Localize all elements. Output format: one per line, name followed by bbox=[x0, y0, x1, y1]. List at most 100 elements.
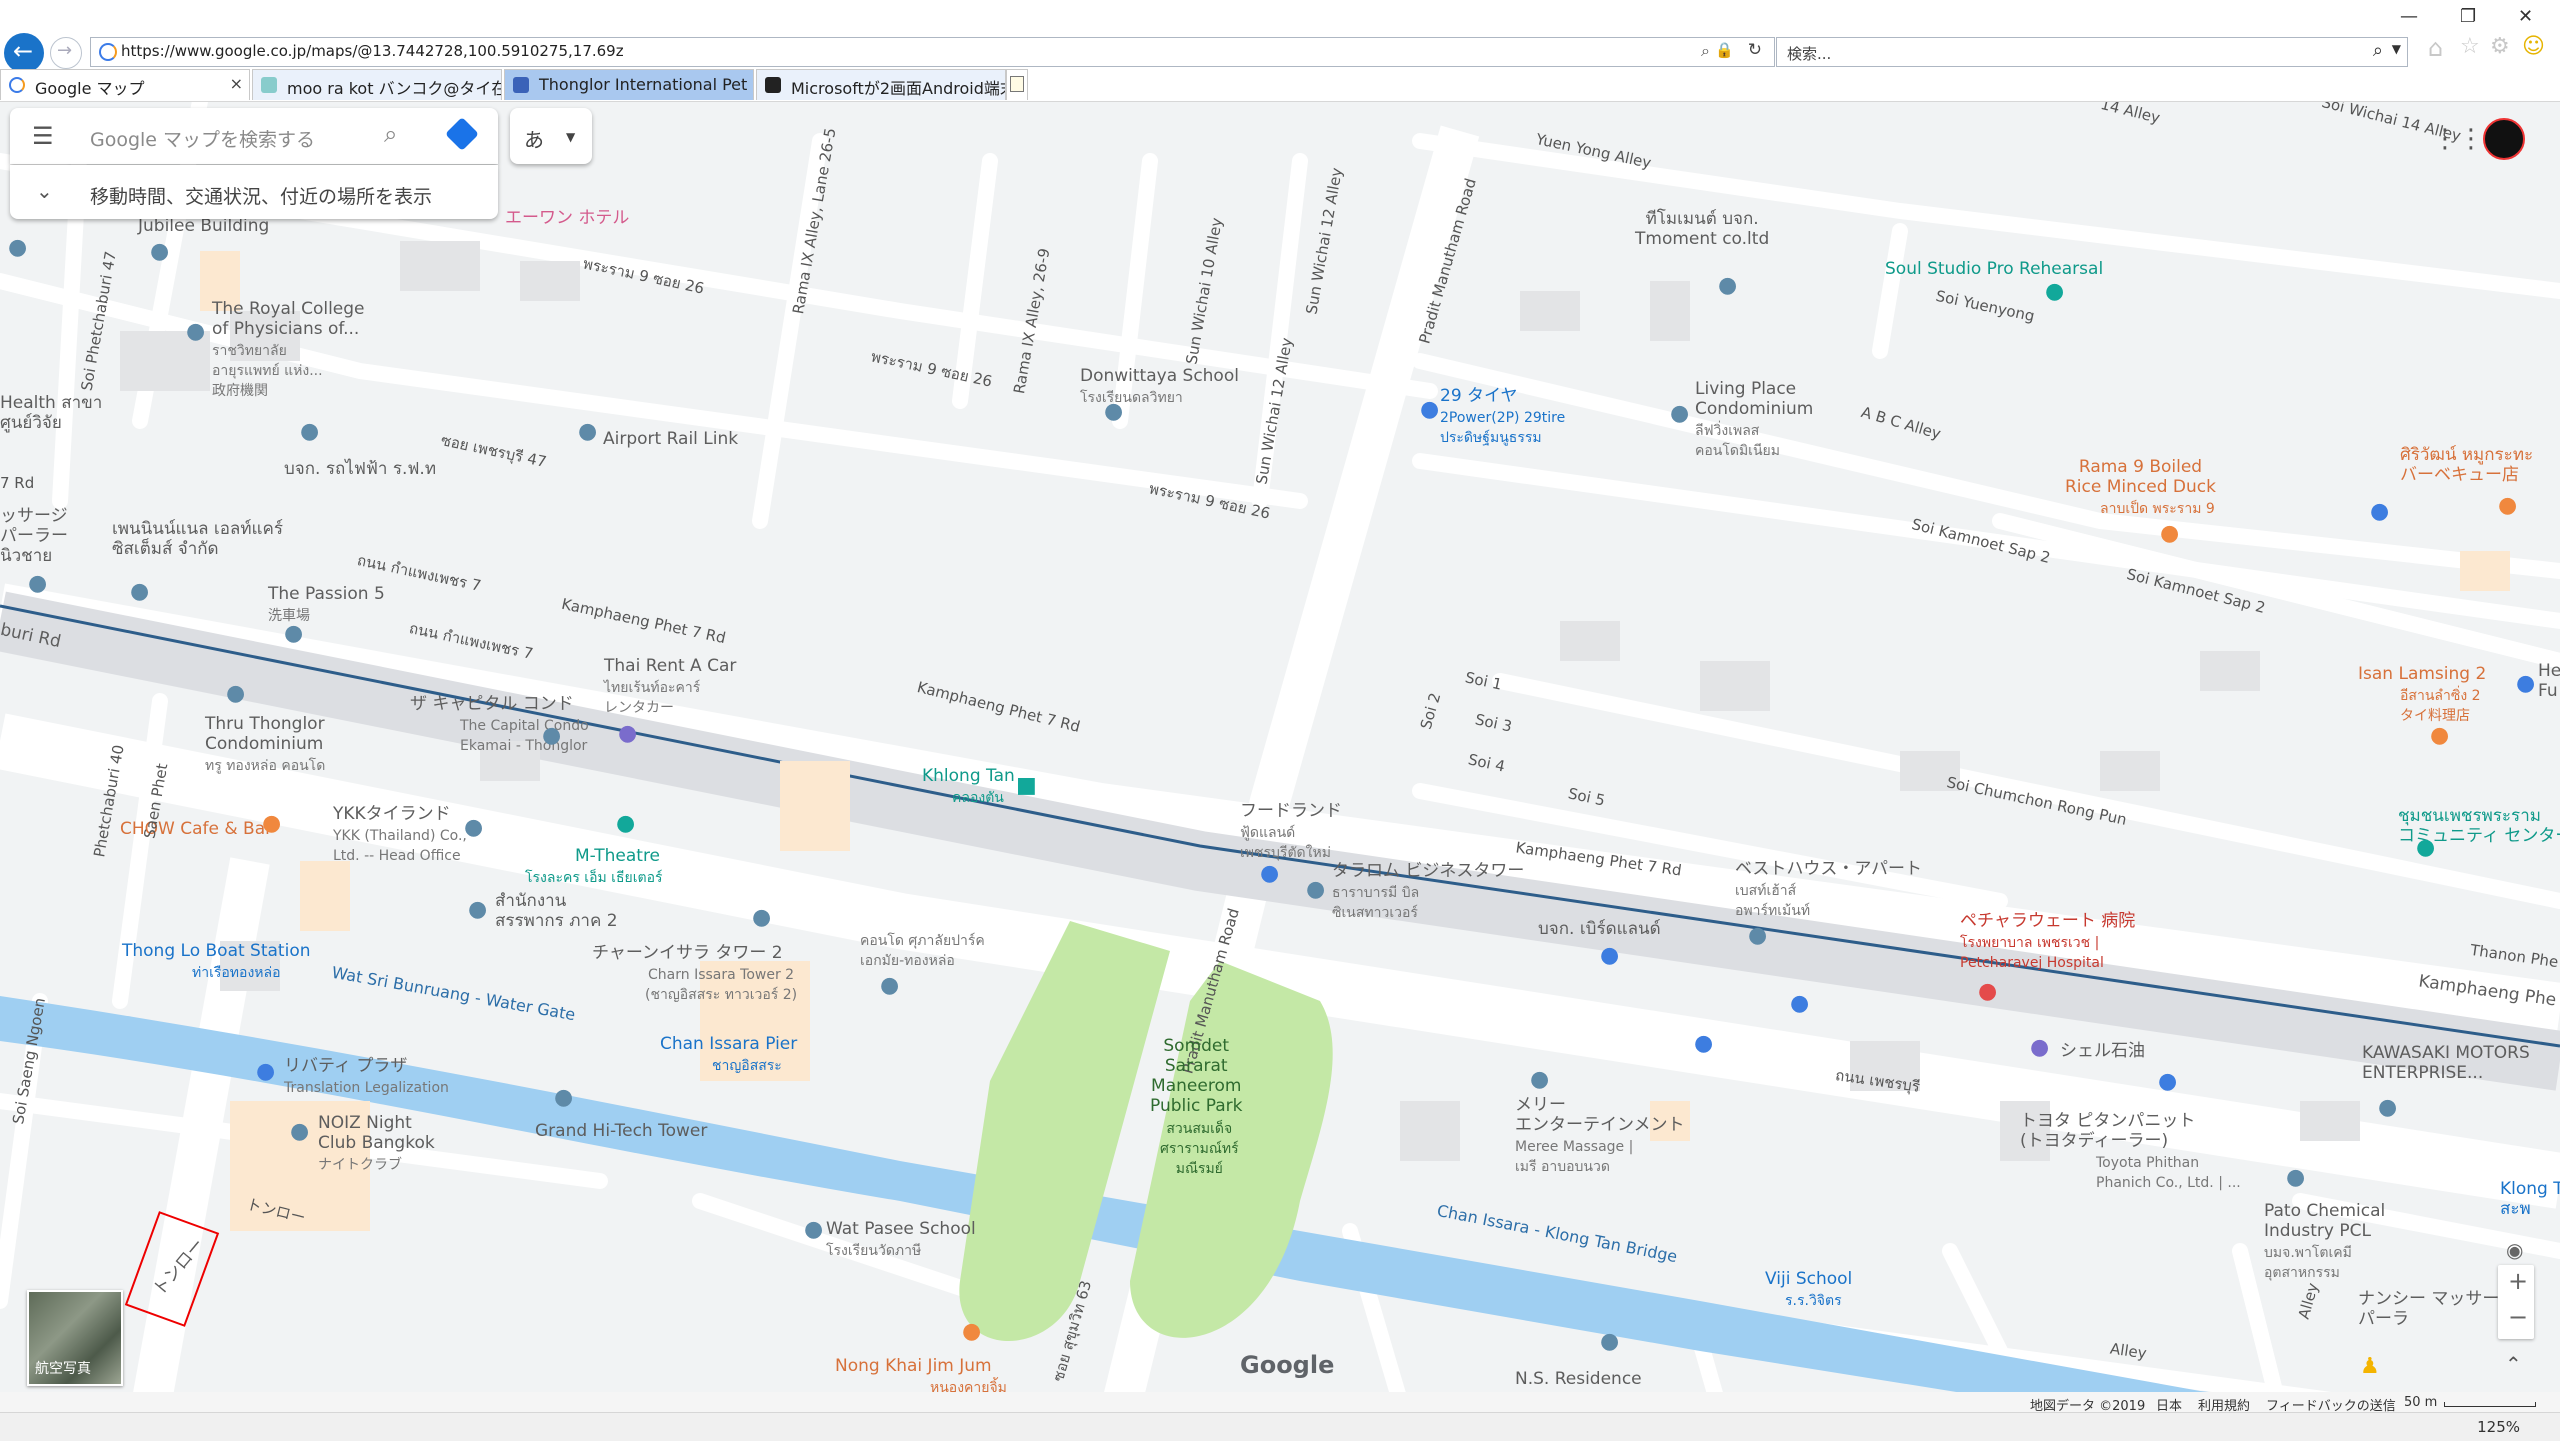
pin-icon[interactable]: ● bbox=[804, 1217, 823, 1242]
label-phyathai[interactable]: ペチャラウェート 病院 bbox=[1960, 911, 2135, 931]
new-tab-button[interactable] bbox=[1006, 69, 1028, 100]
label-thru-thonglor-th[interactable]: ทรู ทองหล่อ คอนโด bbox=[205, 756, 325, 776]
minimize-button[interactable]: — bbox=[2400, 6, 2418, 27]
label-hotel[interactable]: エーワン ホテル bbox=[505, 208, 629, 228]
label-best-house-th[interactable]: เบสท์เฮ้าส์ อพาร์ทเม้นท์ bbox=[1735, 881, 1810, 921]
label-liberty-en[interactable]: Translation Legalization bbox=[284, 1078, 449, 1098]
chevron-down-icon[interactable]: ⌄ bbox=[36, 179, 53, 203]
pin-icon[interactable]: ● bbox=[150, 239, 169, 264]
pin-icon[interactable]: ● bbox=[226, 681, 245, 706]
label-capital-en[interactable]: The Capital Condo Ekamai - Thonglor bbox=[460, 716, 589, 756]
pin-icon[interactable]: ● bbox=[1420, 397, 1439, 422]
maps-search-box[interactable]: ☰ Google マップを検索する ⌕ bbox=[10, 108, 498, 164]
label-phyathai-th[interactable]: โรงพยาบาล เพชรเวช | Petcharavej Hospital bbox=[1960, 933, 2104, 973]
label-29tire[interactable]: 29 タイヤ bbox=[1440, 386, 1518, 406]
pin-icon[interactable]: ● bbox=[2498, 493, 2517, 518]
home-icon[interactable]: ⌂ bbox=[2428, 34, 2443, 62]
hamburger-menu-icon[interactable]: ☰ bbox=[32, 122, 54, 150]
label-29tire-th[interactable]: ประดิษฐ์มนูธรรม bbox=[1440, 428, 1542, 448]
pin-icon[interactable]: ● bbox=[2286, 1165, 2305, 1190]
label-thai-rent[interactable]: Thai Rent A Car bbox=[604, 656, 736, 676]
pin-icon[interactable]: ● bbox=[2430, 723, 2449, 748]
label-capital[interactable]: ザ キャピタル コンド bbox=[410, 694, 574, 714]
label-living-place-th[interactable]: ลีฟวิ่งเพลส คอนโดมิเนียม bbox=[1695, 421, 1780, 461]
pin-icon[interactable]: ● bbox=[1104, 399, 1123, 424]
tab-thonglor-pet[interactable]: Thonglor International Pet Hos... bbox=[504, 69, 754, 100]
label-khlong-tan[interactable]: Khlong Tan bbox=[922, 766, 1015, 786]
tab-microsoft[interactable]: Microsoftが2画面Android端末... bbox=[756, 69, 1006, 100]
refresh-icon[interactable]: ↻ bbox=[1748, 40, 1762, 60]
label-toyota-en[interactable]: Toyota Phithan Phanich Co., Ltd. | ... bbox=[2096, 1153, 2241, 1193]
label-klong-t[interactable]: Klong T สะพ bbox=[2500, 1179, 2560, 1219]
close-tab-icon[interactable]: × bbox=[230, 74, 243, 93]
chevron-up-icon[interactable]: ⌃ bbox=[2505, 1352, 2522, 1376]
label-thonglo-boat-th[interactable]: ท่าเรือทองหล่อ bbox=[192, 963, 281, 983]
input-language-button[interactable]: あ ▼ bbox=[510, 108, 592, 164]
gear-icon[interactable]: ⚙ bbox=[2490, 34, 2510, 59]
label-pato[interactable]: Pato Chemical Industry PCL bbox=[2264, 1201, 2385, 1241]
label-m-theatre[interactable]: M-Theatre bbox=[575, 846, 660, 866]
my-location-icon[interactable]: ◉ bbox=[2506, 1238, 2523, 1262]
label-chan-issara2-en[interactable]: Charn Issara Tower 2 (ชาญอิสสระ ทาวเวอร์… bbox=[645, 965, 797, 1005]
pin-icon[interactable]: ● bbox=[464, 815, 483, 840]
pin-icon[interactable]: ● bbox=[542, 723, 561, 748]
maximize-button[interactable]: ❐ bbox=[2460, 6, 2476, 27]
train-station-icon[interactable]: ■ bbox=[1016, 773, 1037, 798]
label-wat-pasee[interactable]: Wat Pasee School bbox=[826, 1219, 976, 1239]
pin-icon[interactable]: ● bbox=[186, 319, 205, 344]
address-bar[interactable]: https://www.google.co.jp/maps/@13.744272… bbox=[90, 37, 1775, 67]
pin-icon[interactable]: ● bbox=[1260, 861, 1279, 886]
pin-icon[interactable]: ● bbox=[554, 1085, 573, 1110]
label-thonglo-boat[interactable]: Thong Lo Boat Station bbox=[122, 941, 311, 961]
close-window-button[interactable]: ✕ bbox=[2518, 6, 2533, 27]
chevron-down-icon[interactable]: ▼ bbox=[2392, 42, 2401, 56]
label-somdet[interactable]: Somdet Sararat Maneerom Public Park bbox=[1150, 1036, 1242, 1116]
pin-icon[interactable]: ● bbox=[962, 1319, 981, 1344]
hospital-icon[interactable]: ● bbox=[1978, 979, 1997, 1004]
label-m-theatre-th[interactable]: โรงละคร เอ็ม เธียเตอร์ bbox=[525, 868, 663, 888]
tab-google-maps[interactable]: Google マップ × bbox=[0, 69, 250, 100]
pin-icon[interactable]: ● bbox=[1694, 1031, 1713, 1056]
pin-icon[interactable]: ● bbox=[2158, 1069, 2177, 1094]
label-somdet-th[interactable]: สวนสมเด็จ ศรารามณ์ทร์ มณีรมย์ bbox=[1160, 1119, 1239, 1179]
label-wat-pasee-th[interactable]: โรงเรียนวัดภาษี bbox=[826, 1241, 921, 1261]
aerial-view-toggle[interactable]: 航空写真 bbox=[27, 1290, 123, 1386]
pin-icon[interactable]: ● bbox=[752, 905, 771, 930]
label-foodland-th[interactable]: ฟู้ดแลนด์ เพชรบุรีตัดใหม่ bbox=[1240, 823, 1331, 863]
pin-icon[interactable]: ● bbox=[1600, 943, 1619, 968]
pin-icon[interactable]: ● bbox=[2370, 499, 2389, 524]
label-tmoment[interactable]: ทีโมเมนต์ บจก. Tmoment co.ltd bbox=[1635, 209, 1769, 249]
pin-icon[interactable]: ● bbox=[262, 811, 281, 836]
star-icon[interactable]: ☆ bbox=[2460, 34, 2480, 59]
label-liberty[interactable]: リバティ プラザ bbox=[284, 1056, 407, 1076]
pin-icon[interactable]: ● bbox=[130, 579, 149, 604]
pin-icon[interactable]: ● bbox=[468, 897, 487, 922]
label-meree-en[interactable]: Meree Massage | เมรี อาบอบนวด bbox=[1515, 1137, 1633, 1177]
label-ykk[interactable]: YKKタイランド bbox=[333, 804, 451, 824]
forward-button[interactable]: → bbox=[50, 37, 82, 69]
chevron-down-icon[interactable]: ▼ bbox=[566, 130, 575, 144]
pin-icon[interactable]: ● bbox=[2378, 1095, 2397, 1120]
browser-search-box[interactable]: 検索... ⌕ ▼ bbox=[1776, 37, 2408, 67]
label-massage[interactable]: ッサージ パーラー นิวชาย bbox=[0, 506, 68, 566]
back-button[interactable]: ← bbox=[4, 33, 44, 73]
label-royal-college[interactable]: The Royal College of Physicians of... bbox=[212, 299, 365, 339]
label-viji[interactable]: Viji School bbox=[1765, 1269, 1852, 1289]
label-best-house[interactable]: ベストハウス・アパート bbox=[1735, 859, 1922, 879]
label-nancy[interactable]: ナンシー マッサー パーラ bbox=[2358, 1289, 2499, 1329]
label-toyota[interactable]: トヨタ ピタンパニット (トヨタディーラー) bbox=[2020, 1111, 2195, 1151]
pin-icon[interactable]: ● bbox=[1718, 273, 1737, 298]
label-chan-pier-th[interactable]: ชาญอิสสระ bbox=[712, 1056, 782, 1076]
maps-subbar[interactable]: ⌄ 移動時間、交通状況、付近の場所を表示 bbox=[10, 165, 498, 219]
label-shell[interactable]: シェル石油 bbox=[2060, 1041, 2145, 1061]
label-donwittaya[interactable]: Donwittaya School bbox=[1080, 366, 1239, 386]
label-grand-hitech[interactable]: Grand Hi-Tech Tower bbox=[535, 1121, 707, 1141]
pin-icon[interactable]: ● bbox=[256, 1059, 275, 1084]
pin-icon[interactable]: ● bbox=[1306, 877, 1325, 902]
label-meree[interactable]: メリー エンターテインメント bbox=[1515, 1095, 1685, 1135]
label-pato-th[interactable]: บมจ.พาโตเคมี อุตสาหกรรม bbox=[2264, 1243, 2352, 1283]
label-sorpor[interactable]: สำนักงาน สรรพากร ภาค 2 bbox=[495, 891, 618, 931]
pin-icon[interactable]: ● bbox=[290, 1119, 309, 1144]
pin-icon[interactable]: ● bbox=[1790, 991, 1809, 1016]
label-isan[interactable]: Isan Lamsing 2 bbox=[2358, 664, 2486, 684]
